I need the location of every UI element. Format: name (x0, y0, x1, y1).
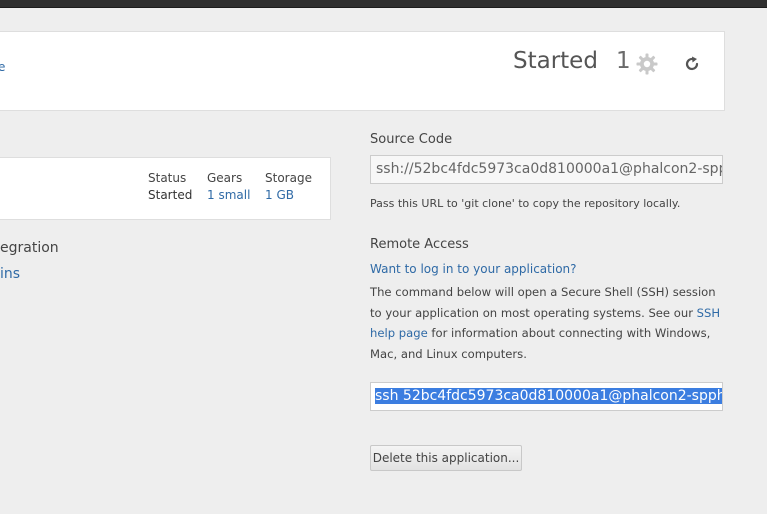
app-url-link[interactable]: e (0, 60, 5, 74)
plugins-link[interactable]: ins (0, 266, 20, 282)
gears-label: Gears (207, 171, 243, 185)
source-code-label: Source Code (370, 132, 453, 147)
cartridge-card: Status Started Gears 1 small Storage 1 G… (0, 157, 331, 220)
remote-access-description: The command below will open a Secure She… (370, 282, 730, 364)
desc-text-before: The command below will open a Secure She… (370, 285, 716, 320)
storage-link[interactable]: 1 GB (265, 187, 312, 204)
app-state: Started (513, 48, 598, 74)
gear-count: 1 (616, 48, 631, 74)
login-help-link[interactable]: Want to log in to your application? (370, 262, 577, 276)
restart-icon[interactable] (682, 54, 702, 74)
status-column: Status Started (148, 170, 192, 204)
status-label: Status (148, 171, 187, 185)
app-header-card: e Started 1 (0, 31, 725, 111)
delete-application-button[interactable]: Delete this application... (370, 445, 522, 471)
storage-label: Storage (265, 171, 312, 185)
status-value: Started (148, 188, 193, 202)
gears-link[interactable]: 1 small (207, 187, 250, 204)
storage-column: Storage 1 GB (265, 170, 312, 204)
source-help-text: Pass this URL to 'git clone' to copy the… (370, 197, 681, 210)
source-url-field[interactable]: ssh://52bc4fdc5973ca0d810000a1@phalcon2-… (370, 155, 723, 184)
remote-access-label: Remote Access (370, 237, 469, 252)
ssh-command-field[interactable]: ssh 52bc4fdc5973ca0d810000a1@phalcon2-sp… (370, 382, 723, 411)
ssh-command-selected-text: ssh 52bc4fdc5973ca0d810000a1@phalcon2-sp… (375, 388, 722, 404)
integration-heading: egration (0, 240, 59, 256)
gear-icon (636, 53, 658, 75)
top-bar (0, 0, 767, 8)
gears-column: Gears 1 small (207, 170, 250, 204)
